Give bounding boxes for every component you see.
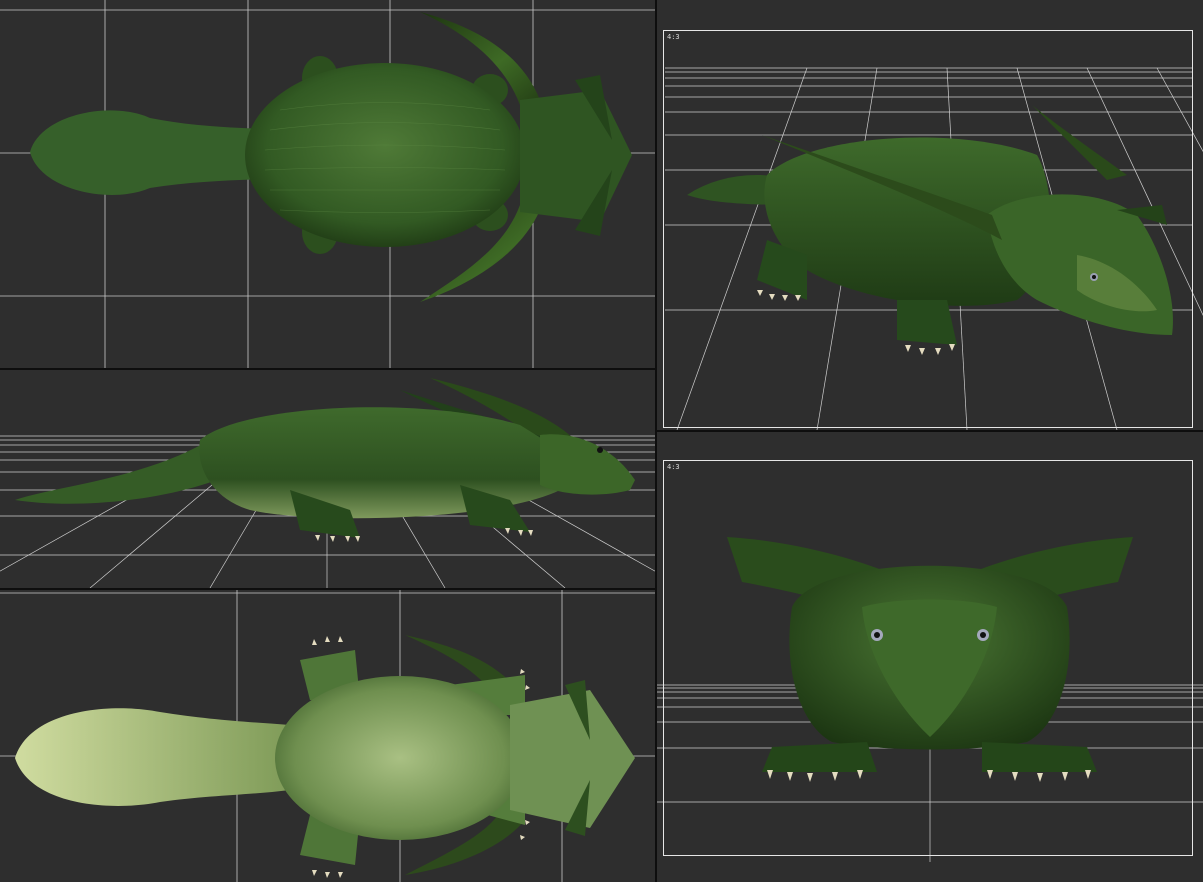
- viewport-divider-vertical[interactable]: [655, 0, 657, 882]
- aspect-ratio-label: 4:3: [667, 33, 680, 41]
- viewport-side-canvas: [0, 378, 655, 588]
- viewport-side[interactable]: [0, 370, 655, 588]
- safe-frame: 4:3: [663, 460, 1193, 856]
- viewport-perspective[interactable]: 4:3: [657, 0, 1203, 430]
- viewport-top-canvas: [0, 0, 655, 368]
- viewport-top[interactable]: [0, 0, 655, 368]
- viewport-bottom[interactable]: [0, 590, 655, 882]
- viewport-bottom-canvas: [0, 590, 655, 882]
- viewport-divider-horizontal[interactable]: [0, 588, 655, 590]
- viewport-front[interactable]: 4:3: [657, 432, 1203, 882]
- viewport-divider-horizontal[interactable]: [0, 368, 655, 370]
- aspect-ratio-label: 4:3: [667, 463, 680, 471]
- safe-frame: 4:3: [663, 30, 1193, 428]
- dragon-model-top-view: [30, 12, 632, 302]
- viewport-divider-horizontal[interactable]: [657, 430, 1203, 432]
- dragon-model-bottom-view: [15, 635, 635, 878]
